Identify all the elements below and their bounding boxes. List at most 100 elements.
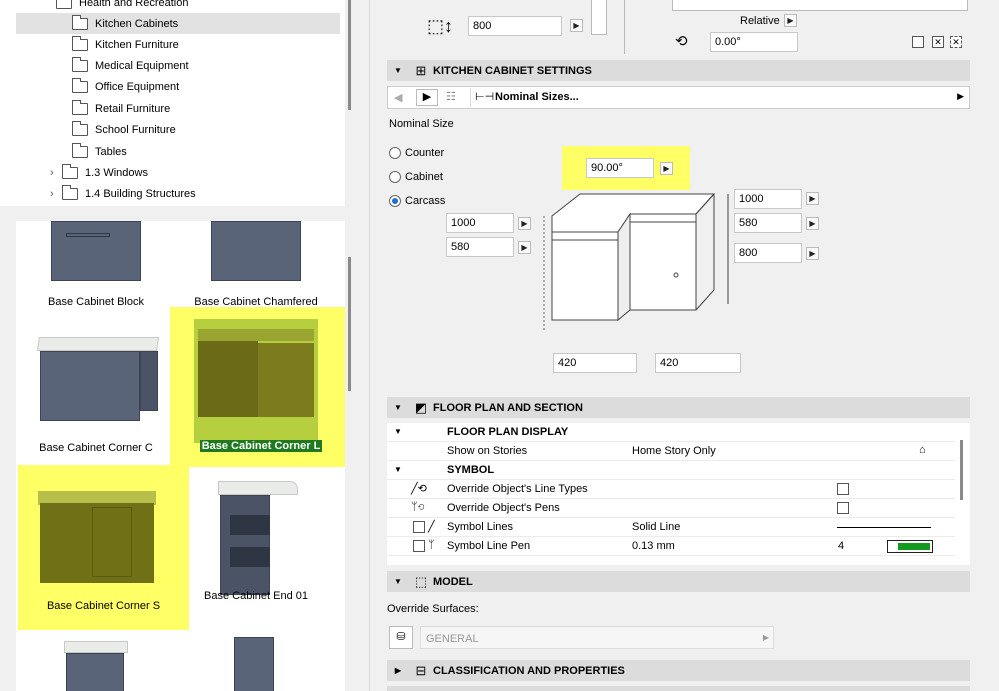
- tree-item[interactable]: Kitchen Furniture: [72, 34, 345, 55]
- arrow-button[interactable]: ▶: [518, 241, 531, 254]
- gallery-item[interactable]: Base Cabinet Block: [16, 221, 176, 316]
- gallery-item[interactable]: Base Cabinet Corner C: [16, 307, 176, 462]
- arrow-button[interactable]: ▶: [806, 192, 819, 205]
- pen-icon: ᛘ⟲: [411, 501, 425, 513]
- folder-icon: [72, 77, 88, 93]
- tree-item[interactable]: Tables: [72, 141, 345, 162]
- next-page-button[interactable]: ▶: [416, 89, 438, 106]
- bottom-right-field[interactable]: 420: [655, 353, 741, 373]
- relative-arrow-button[interactable]: ▶: [784, 14, 797, 27]
- property-row[interactable]: ╱⟲ Override Object's Line Types: [387, 480, 955, 499]
- countertop: [218, 481, 298, 495]
- checkbox[interactable]: [413, 521, 425, 533]
- left-depth-field[interactable]: 580: [446, 237, 514, 257]
- collapse-triangle-icon[interactable]: ▼: [394, 427, 402, 436]
- section-floor-plan[interactable]: ▼ ◩ FLOOR PLAN AND SECTION: [387, 397, 970, 418]
- folder-icon: [72, 120, 88, 136]
- property-row[interactable]: ╱ Symbol Lines Solid Line: [387, 518, 955, 537]
- tree-item[interactable]: › 1.4 Building Structures: [50, 183, 345, 204]
- folder-icon: [72, 56, 88, 72]
- stories-icon[interactable]: ⌂: [919, 444, 926, 456]
- classification-icon: ⊟: [415, 662, 427, 678]
- checkbox[interactable]: [837, 502, 849, 514]
- tree-item[interactable]: Health and Recreation: [56, 0, 340, 13]
- prev-page-icon[interactable]: ◀: [394, 91, 402, 104]
- favorite-icon[interactable]: ☷: [446, 90, 456, 103]
- section-model[interactable]: ▼ ⬚ MODEL: [387, 571, 970, 592]
- handle: [66, 233, 110, 237]
- settings-panel: ⬚↕ 800 ▶ Relative ▶ ⟲ 0.00° ✕ ✕ ▼ ⊞ KITC…: [369, 0, 999, 691]
- group-row[interactable]: ▼ FLOOR PLAN DISPLAY: [387, 423, 955, 442]
- property-row[interactable]: ᛘ⟲ Override Object's Pens: [387, 499, 955, 518]
- tree-item[interactable]: Office Equipment: [72, 76, 345, 97]
- gallery-item[interactable]: Base Cabinet Chamfered: [176, 221, 336, 316]
- collapse-triangle-icon[interactable]: ▼: [387, 66, 409, 75]
- checkbox[interactable]: [912, 36, 924, 48]
- angle-field[interactable]: 90.00°: [586, 158, 654, 178]
- tree-item[interactable]: School Furniture: [72, 119, 345, 140]
- paint-bucket-icon[interactable]: ⛁: [389, 626, 413, 649]
- vertical-slider[interactable]: [591, 0, 607, 35]
- gallery-item-selected[interactable]: Base Cabinet Corner L: [170, 307, 345, 467]
- mirror-checkbox[interactable]: ✕: [932, 36, 944, 48]
- right-width-field[interactable]: 1000: [734, 189, 802, 209]
- surface-dropdown[interactable]: GENERAL ▶: [420, 626, 774, 649]
- collapse-triangle-icon[interactable]: ▼: [387, 577, 409, 586]
- left-width-field[interactable]: 1000: [446, 213, 514, 233]
- line-preview: [837, 527, 931, 528]
- gallery-scrollbar[interactable]: [345, 221, 355, 691]
- cabinet-door: [92, 507, 132, 577]
- arrow-button[interactable]: ▶: [806, 247, 819, 260]
- arrow-button[interactable]: ▶: [660, 162, 673, 175]
- dashed-checkbox[interactable]: ✕: [950, 36, 962, 48]
- collapse-triangle-icon[interactable]: ▼: [387, 403, 409, 412]
- gallery-item[interactable]: Base Cabinet Corner S: [18, 465, 189, 630]
- height-field[interactable]: 800: [734, 243, 802, 263]
- divider: [624, 0, 625, 54]
- chevron-right-icon: ▶: [762, 633, 769, 642]
- property-scrollbar-thumb[interactable]: [960, 440, 963, 500]
- height-field[interactable]: 800: [468, 16, 562, 36]
- radio-cabinet[interactable]: Cabinet: [389, 171, 443, 183]
- property-row[interactable]: ᛘ Symbol Line Pen 0.13 mm 4: [387, 537, 955, 556]
- checkbox[interactable]: [413, 540, 425, 552]
- library-tree: Health and Recreation Kitchen Cabinets K…: [0, 0, 345, 206]
- bottom-left-field[interactable]: 420: [553, 353, 637, 373]
- preview-box: [672, 0, 968, 11]
- checkbox[interactable]: [837, 483, 849, 495]
- tree-scrollbar[interactable]: [345, 0, 355, 206]
- arrow-button[interactable]: ▶: [570, 19, 583, 32]
- arrow-button[interactable]: ▶: [806, 217, 819, 230]
- scrollbar-thumb[interactable]: [348, 257, 351, 391]
- tree-item[interactable]: Medical Equipment: [72, 55, 345, 76]
- section-kitchen-settings[interactable]: ▼ ⊞ KITCHEN CABINET SETTINGS: [387, 60, 970, 81]
- right-depth-field[interactable]: 580: [734, 213, 802, 233]
- collapse-triangle-icon[interactable]: ▼: [394, 465, 402, 474]
- cabinet-thumbnail: [220, 495, 270, 595]
- countertop: [198, 329, 314, 341]
- tree-item-selected[interactable]: Kitchen Cabinets: [16, 13, 340, 34]
- folder-icon: [62, 184, 78, 200]
- tree-item[interactable]: Retail Furniture: [72, 98, 345, 119]
- section-collapsed[interactable]: [387, 686, 970, 691]
- chevron-right-icon: ▶: [957, 91, 964, 101]
- cabinet-side: [140, 351, 158, 411]
- page-dropdown[interactable]: ⊢⊣ Nominal Sizes... ▶: [470, 88, 968, 107]
- arrow-button[interactable]: ▶: [518, 217, 531, 230]
- gallery-item[interactable]: Base Cabinet End 01: [176, 475, 336, 630]
- pen-color-swatch[interactable]: [887, 540, 933, 553]
- radio-counter[interactable]: Counter: [389, 147, 444, 159]
- dimension-icon: ⊢⊣: [475, 91, 495, 103]
- expand-triangle-icon[interactable]: ▶: [387, 666, 409, 675]
- scrollbar-thumb[interactable]: [348, 0, 351, 110]
- group-row[interactable]: ▼ SYMBOL: [387, 461, 955, 480]
- section-classification[interactable]: ▶ ⊟ CLASSIFICATION AND PROPERTIES: [387, 660, 970, 681]
- chevron-right-icon[interactable]: ›: [50, 167, 62, 179]
- chevron-right-icon[interactable]: ›: [50, 188, 62, 200]
- rotation-field[interactable]: 0.00°: [710, 32, 798, 52]
- folder-icon: [72, 14, 88, 30]
- tree-item[interactable]: › 1.3 Windows: [50, 162, 345, 183]
- shelf-gap: [230, 547, 270, 567]
- property-row[interactable]: Show on Stories Home Story Only ⌂: [387, 442, 955, 461]
- radio-carcass[interactable]: Carcass: [389, 195, 445, 207]
